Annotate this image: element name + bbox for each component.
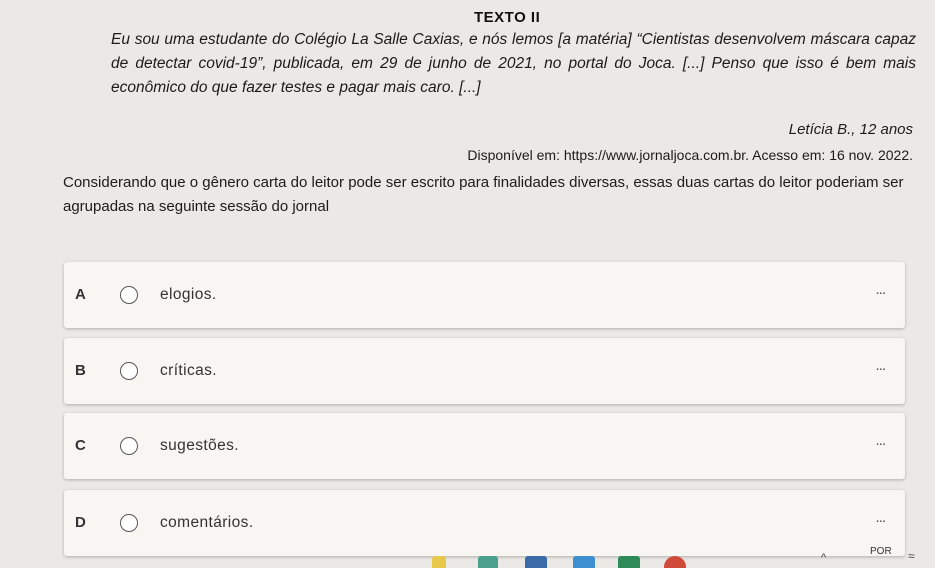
language-indicator[interactable]: POR [870,546,892,557]
taskbar-app-icon[interactable] [432,556,446,568]
radio-button[interactable] [120,437,138,455]
radio-button[interactable] [120,514,138,532]
option-a[interactable]: A elogios. ... [64,262,905,328]
quiz-page: TEXTO II Eu sou uma estudante do Colégio… [0,0,935,568]
taskbar-app-icon[interactable] [618,556,640,568]
option-label: comentários. [160,514,254,531]
taskbar-app-icon[interactable] [525,556,547,568]
wifi-icon[interactable]: ≈ [908,549,915,563]
taskbar-app-icon[interactable] [478,556,498,568]
option-letter: C [75,437,86,454]
more-options-icon[interactable]: ... [875,357,885,374]
option-label: elogios. [160,286,217,303]
question-text: Considerando que o gênero carta do leito… [63,174,904,215]
radio-button[interactable] [120,286,138,304]
more-options-icon[interactable]: ... [875,509,885,526]
option-label: críticas. [160,362,217,379]
more-options-icon[interactable]: ... [875,281,885,298]
tray-expand-icon[interactable]: ^ [821,552,826,564]
option-label: sugestões. [160,437,239,454]
taskbar-app-icon[interactable] [573,556,595,568]
quote-source: Disponível em: https://www.jornaljoca.co… [467,147,913,163]
radio-button[interactable] [120,362,138,380]
quote-author: Letícia B., 12 anos [788,121,913,138]
quote-text: Eu sou uma estudante do Colégio La Salle… [111,31,916,96]
text-title: TEXTO II [474,9,541,26]
option-b[interactable]: B críticas. ... [64,338,905,404]
option-letter: D [75,514,86,531]
more-options-icon[interactable]: ... [875,432,885,449]
option-letter: A [75,286,86,303]
option-c[interactable]: C sugestões. ... [64,413,905,479]
taskbar [0,546,935,568]
option-letter: B [75,362,86,379]
